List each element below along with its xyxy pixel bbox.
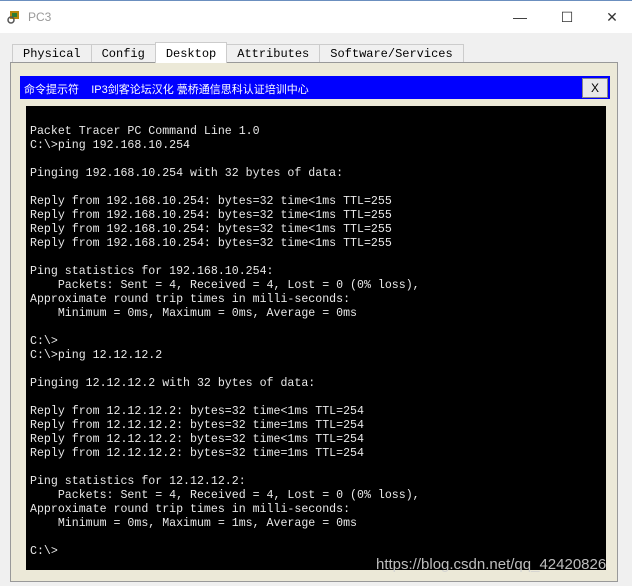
terminal-line: Packets: Sent = 4, Received = 4, Lost = … xyxy=(30,489,420,502)
terminal-line: Ping statistics for 192.168.10.254: xyxy=(30,265,274,278)
terminal-line: Reply from 12.12.12.2: bytes=32 time=1ms… xyxy=(30,419,364,432)
close-button[interactable]: ✕ xyxy=(592,5,632,29)
terminal-output[interactable]: Packet Tracer PC Command Line 1.0 C:\>pin… xyxy=(26,106,606,570)
terminal-line: C:\>ping 192.168.10.254 xyxy=(30,139,191,152)
terminal-line: Approximate round trip times in milli-se… xyxy=(30,503,351,516)
tab-software-services[interactable]: Software/Services xyxy=(319,44,464,63)
watermark: https://blog.csdn.net/qq_42420826 xyxy=(376,556,607,573)
tab-desktop[interactable]: Desktop xyxy=(154,42,228,63)
maximize-button[interactable]: ☐ xyxy=(547,5,587,29)
terminal-line: Packets: Sent = 4, Received = 4, Lost = … xyxy=(30,279,420,292)
terminal-line: Reply from 192.168.10.254: bytes=32 time… xyxy=(30,195,392,208)
terminal-line: Packet Tracer PC Command Line 1.0 xyxy=(30,125,260,138)
command-prompt-header: 命令提示符 IP3剑客论坛汉化 甍桥通信思科认证培训中心 X xyxy=(20,76,610,99)
terminal-line: Approximate round trip times in milli-se… xyxy=(30,293,351,306)
terminal-line: C:\> xyxy=(30,545,58,558)
terminal-line: Reply from 192.168.10.254: bytes=32 time… xyxy=(30,209,392,222)
title-bar: PC3 — ☐ ✕ xyxy=(0,0,632,33)
terminal-line: Reply from 12.12.12.2: bytes=32 time<1ms… xyxy=(30,405,364,418)
command-prompt-title: 命令提示符 IP3剑客论坛汉化 甍桥通信思科认证培训中心 xyxy=(24,84,309,96)
terminal-line: Pinging 12.12.12.2 with 32 bytes of data… xyxy=(30,377,316,390)
packet-tracer-pc-icon xyxy=(7,11,19,24)
minimize-button[interactable]: — xyxy=(500,5,540,29)
terminal-line: Ping statistics for 12.12.12.2: xyxy=(30,475,246,488)
tab-bar: Physical Config Desktop Attributes Softw… xyxy=(12,42,464,63)
tab-config[interactable]: Config xyxy=(90,44,156,63)
terminal-line: Reply from 12.12.12.2: bytes=32 time<1ms… xyxy=(30,433,364,446)
terminal-line: C:\> xyxy=(30,335,58,348)
window-title: PC3 xyxy=(28,10,52,24)
terminal-line: C:\>ping 12.12.12.2 xyxy=(30,349,163,362)
close-command-prompt-button[interactable]: X xyxy=(582,78,608,98)
terminal-line: Reply from 192.168.10.254: bytes=32 time… xyxy=(30,223,392,236)
terminal-line: Reply from 192.168.10.254: bytes=32 time… xyxy=(30,237,392,250)
terminal-line: Pinging 192.168.10.254 with 32 bytes of … xyxy=(30,167,344,180)
tab-attributes[interactable]: Attributes xyxy=(226,44,321,63)
terminal-line: Minimum = 0ms, Maximum = 1ms, Average = … xyxy=(30,517,357,530)
terminal-line: Minimum = 0ms, Maximum = 0ms, Average = … xyxy=(30,307,357,320)
tab-physical[interactable]: Physical xyxy=(12,44,92,63)
terminal-line: Reply from 12.12.12.2: bytes=32 time=1ms… xyxy=(30,447,364,460)
